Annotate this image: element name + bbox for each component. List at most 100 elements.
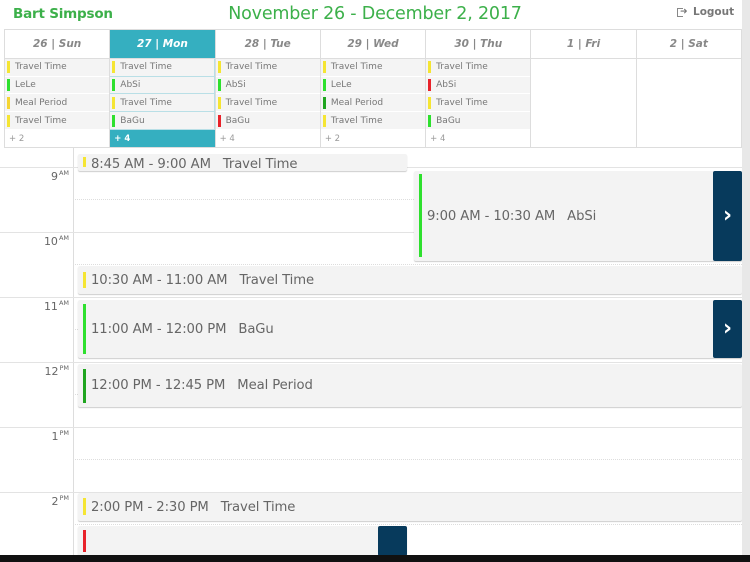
- event-label: 11:00 AM - 12:00 PM BaGu: [91, 322, 274, 337]
- timeline-event[interactable]: 11:00 AM - 12:00 PM BaGu ›: [78, 300, 742, 358]
- mini-event[interactable]: Meal Period: [320, 94, 426, 113]
- hour-divider: [0, 297, 742, 298]
- mini-event[interactable]: Travel Time: [215, 58, 320, 77]
- mini-event[interactable]: Travel Time: [110, 58, 215, 77]
- mini-event[interactable]: LeLe: [5, 76, 110, 95]
- hour-period: AM: [58, 234, 69, 242]
- mini-event[interactable]: Meal Period: [5, 94, 110, 113]
- mini-event-title: Travel Time: [330, 62, 383, 73]
- timeline-event[interactable]: 8:45 AM - 9:00 AM Travel Time: [78, 154, 407, 172]
- day-header[interactable]: 30 | Thu: [426, 30, 531, 59]
- day-event-list: Travel Time AbSi Travel Time BaGu + 4: [426, 58, 531, 147]
- status-bar: [83, 157, 86, 167]
- timeline-event[interactable]: [78, 526, 407, 556]
- day-event-list: Travel Time LeLe Meal Period Travel Time + 2: [5, 58, 110, 147]
- mini-event[interactable]: AbSi: [215, 76, 320, 95]
- mini-event-title: AbSi: [120, 80, 141, 90]
- more-events-link[interactable]: + 2: [5, 130, 109, 147]
- more-events-link[interactable]: + 4: [216, 130, 320, 147]
- half-hour-divider: [75, 524, 742, 525]
- hour-number: 2: [51, 495, 59, 508]
- status-bar: [112, 79, 116, 91]
- mini-event-title: Travel Time: [436, 97, 488, 108]
- day-header[interactable]: 1 | Fri: [531, 30, 636, 59]
- event-title: Travel Time: [239, 272, 315, 288]
- mini-event-title: LeLe: [330, 80, 352, 90]
- mini-event-title: Travel Time: [15, 115, 67, 126]
- mini-event-title: AbSi: [225, 80, 246, 90]
- week-title: November 26 - December 2, 2017: [228, 4, 522, 24]
- event-detail-button[interactable]: ›: [713, 300, 742, 358]
- status-bar: [217, 79, 221, 91]
- day-column: 26 | Sun Travel Time LeLe Meal Period Travel…: [5, 30, 111, 147]
- chevron-right-icon: ›: [722, 316, 733, 341]
- mini-event[interactable]: Travel Time: [110, 94, 215, 113]
- hour-label: 10AM: [9, 234, 69, 248]
- screen-bottom-edge: [0, 555, 750, 562]
- hour-label: 9AM: [9, 169, 69, 183]
- mini-event-title: BaGu: [436, 115, 461, 126]
- day-column: 27 | Mon Travel Time AbSi Travel Time BaGu + …: [110, 30, 216, 147]
- status-bar: [217, 114, 221, 127]
- status-bar: [7, 114, 10, 127]
- timeline-event[interactable]: 10:30 AM - 11:00 AM Travel Time: [78, 266, 742, 294]
- mini-event[interactable]: BaGu: [426, 112, 531, 130]
- day-header[interactable]: 26 | Sun: [5, 30, 110, 59]
- mini-event[interactable]: Travel Time: [5, 58, 110, 77]
- mini-event[interactable]: LeLe: [320, 76, 426, 95]
- status-bar: [112, 61, 116, 74]
- mini-event[interactable]: Travel Time: [426, 94, 531, 113]
- hour-label: 12PM: [9, 364, 69, 378]
- mini-event[interactable]: Travel Time: [320, 112, 426, 130]
- mini-event[interactable]: BaGu: [110, 112, 215, 130]
- status-bar: [83, 369, 86, 403]
- event-label: 9:00 AM - 10:30 AM AbSi: [427, 209, 596, 224]
- timeline-event[interactable]: 9:00 AM - 10:30 AM AbSi ›: [414, 171, 742, 261]
- event-time: 2:00 PM - 2:30 PM: [91, 499, 209, 515]
- mini-event[interactable]: AbSi: [110, 76, 215, 95]
- event-label: 10:30 AM - 11:00 AM Travel Time: [91, 273, 314, 288]
- mini-event-title: AbSi: [436, 80, 457, 90]
- mini-event-title: Travel Time: [436, 62, 488, 73]
- event-detail-button[interactable]: [378, 526, 407, 556]
- status-bar: [428, 114, 432, 127]
- day-header[interactable]: 2 | Sat: [636, 30, 741, 59]
- status-bar: [322, 114, 326, 127]
- mini-event[interactable]: Travel Time: [5, 112, 110, 130]
- more-events-link[interactable]: + 2: [321, 130, 425, 147]
- mini-event-title: Travel Time: [225, 62, 278, 73]
- status-bar: [428, 96, 432, 109]
- more-events-link[interactable]: + 4: [426, 130, 530, 147]
- week-overview-grid: 26 | Sun Travel Time LeLe Meal Period Travel…: [4, 29, 742, 148]
- status-bar: [428, 79, 432, 91]
- hour-number: 12: [44, 365, 59, 378]
- hour-number: 11: [43, 300, 58, 313]
- day-event-list: Travel Time LeLe Meal Period Travel Time + 2: [320, 58, 426, 147]
- mini-event-title: BaGu: [225, 115, 250, 126]
- mini-event[interactable]: Travel Time: [426, 58, 531, 77]
- hour-divider: [0, 362, 742, 363]
- timeline-event[interactable]: 12:00 PM - 12:45 PM Meal Period: [78, 364, 742, 407]
- mini-event[interactable]: Travel Time: [320, 58, 426, 77]
- chevron-right-icon: ›: [722, 203, 733, 228]
- event-detail-button[interactable]: ›: [713, 171, 742, 261]
- status-bar: [112, 114, 116, 127]
- mini-event[interactable]: AbSi: [426, 76, 531, 95]
- mini-event[interactable]: Travel Time: [215, 94, 320, 113]
- event-time: 10:30 AM - 11:00 AM: [91, 272, 228, 288]
- status-bar: [7, 96, 10, 109]
- hour-period: PM: [59, 494, 69, 502]
- status-bar: [83, 530, 86, 552]
- day-header[interactable]: 27 | Mon: [110, 30, 215, 59]
- day-header[interactable]: 29 | Wed: [320, 30, 426, 59]
- mini-event-title: Meal Period: [330, 97, 384, 108]
- scrollbar[interactable]: [742, 0, 750, 556]
- hour-number: 9: [50, 170, 58, 183]
- mini-event[interactable]: BaGu: [215, 112, 320, 130]
- logout-button[interactable]: ➜ Logout: [677, 6, 734, 18]
- more-events-link[interactable]: + 4: [110, 130, 215, 147]
- event-title: AbSi: [567, 208, 597, 224]
- event-title: Travel Time: [220, 499, 296, 515]
- day-header[interactable]: 28 | Tue: [215, 30, 320, 59]
- timeline-event[interactable]: 2:00 PM - 2:30 PM Travel Time: [78, 493, 742, 521]
